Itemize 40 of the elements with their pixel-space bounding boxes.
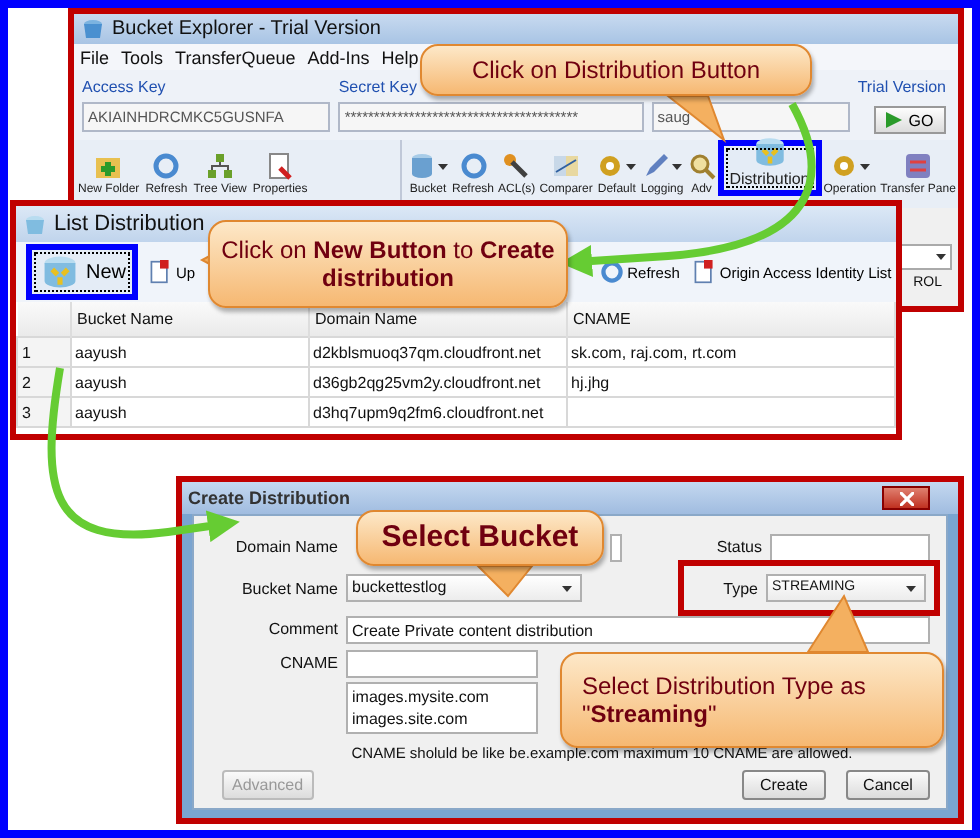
field-label: Access Key xyxy=(82,78,168,98)
table-cell: hj.jhg xyxy=(566,367,895,397)
field-label: Type xyxy=(723,579,758,597)
trial-version-label: Trial Version xyxy=(857,78,947,98)
field-label: Secret Key xyxy=(338,78,419,98)
create-button[interactable]: Create xyxy=(742,770,826,800)
list-item[interactable]: images.mysite.com xyxy=(352,686,532,708)
callout-text: Click on Distribution Button xyxy=(471,55,761,85)
callout-text: Select Bucket xyxy=(381,520,579,556)
callout-text: Click on New Button to Create distribution xyxy=(219,235,557,293)
list-item[interactable]: images.site.com xyxy=(352,708,532,730)
menu-item[interactable]: File xyxy=(80,47,110,67)
toolbar-button[interactable]: New xyxy=(26,244,139,300)
menu-item[interactable]: Help xyxy=(381,47,419,67)
table-cell: aayush xyxy=(70,367,308,397)
window-title: Bucket Explorer - Trial Version xyxy=(112,18,381,40)
column-header[interactable]: CNAME xyxy=(566,302,895,337)
menu-item[interactable]: Add-Ins xyxy=(307,47,370,67)
field-label: Bucket Name xyxy=(239,579,338,597)
table-cell: d2kblsmuoq37qm.cloudfront.net xyxy=(308,337,566,367)
field-label: Domain Name xyxy=(233,538,338,556)
table-cell: aayush xyxy=(70,397,308,427)
menu-item[interactable]: TransferQueue xyxy=(175,47,296,67)
bucket-dropdown[interactable]: buckettestlog xyxy=(346,574,582,602)
table-cell: d3hq7upm9q2fm6.cloudfront.net xyxy=(308,397,566,427)
field-label: Comment xyxy=(266,620,338,638)
toolbar-button[interactable]: Distribution xyxy=(717,140,822,196)
menu-item[interactable]: Tools xyxy=(121,47,164,67)
field-label: CNAME xyxy=(278,654,338,672)
cancel-button[interactable]: Cancel xyxy=(846,770,930,800)
field-label: Status xyxy=(716,538,762,556)
callout-text: Select Distribution Type as "Streaming" xyxy=(580,671,868,729)
comment-field[interactable]: Create Private content distribution xyxy=(346,615,930,643)
row-number: 1 xyxy=(17,337,70,367)
table-cell: sk.com, raj.com, rt.com xyxy=(566,337,895,367)
table-cell: aayush xyxy=(70,337,308,367)
go-button[interactable]: GO xyxy=(874,106,947,134)
window-title: Create Distribution xyxy=(188,488,351,508)
window-title: List Distribution xyxy=(54,212,205,236)
table-cell: d36gb2qg25vm2y.cloudfront.net xyxy=(308,367,566,397)
